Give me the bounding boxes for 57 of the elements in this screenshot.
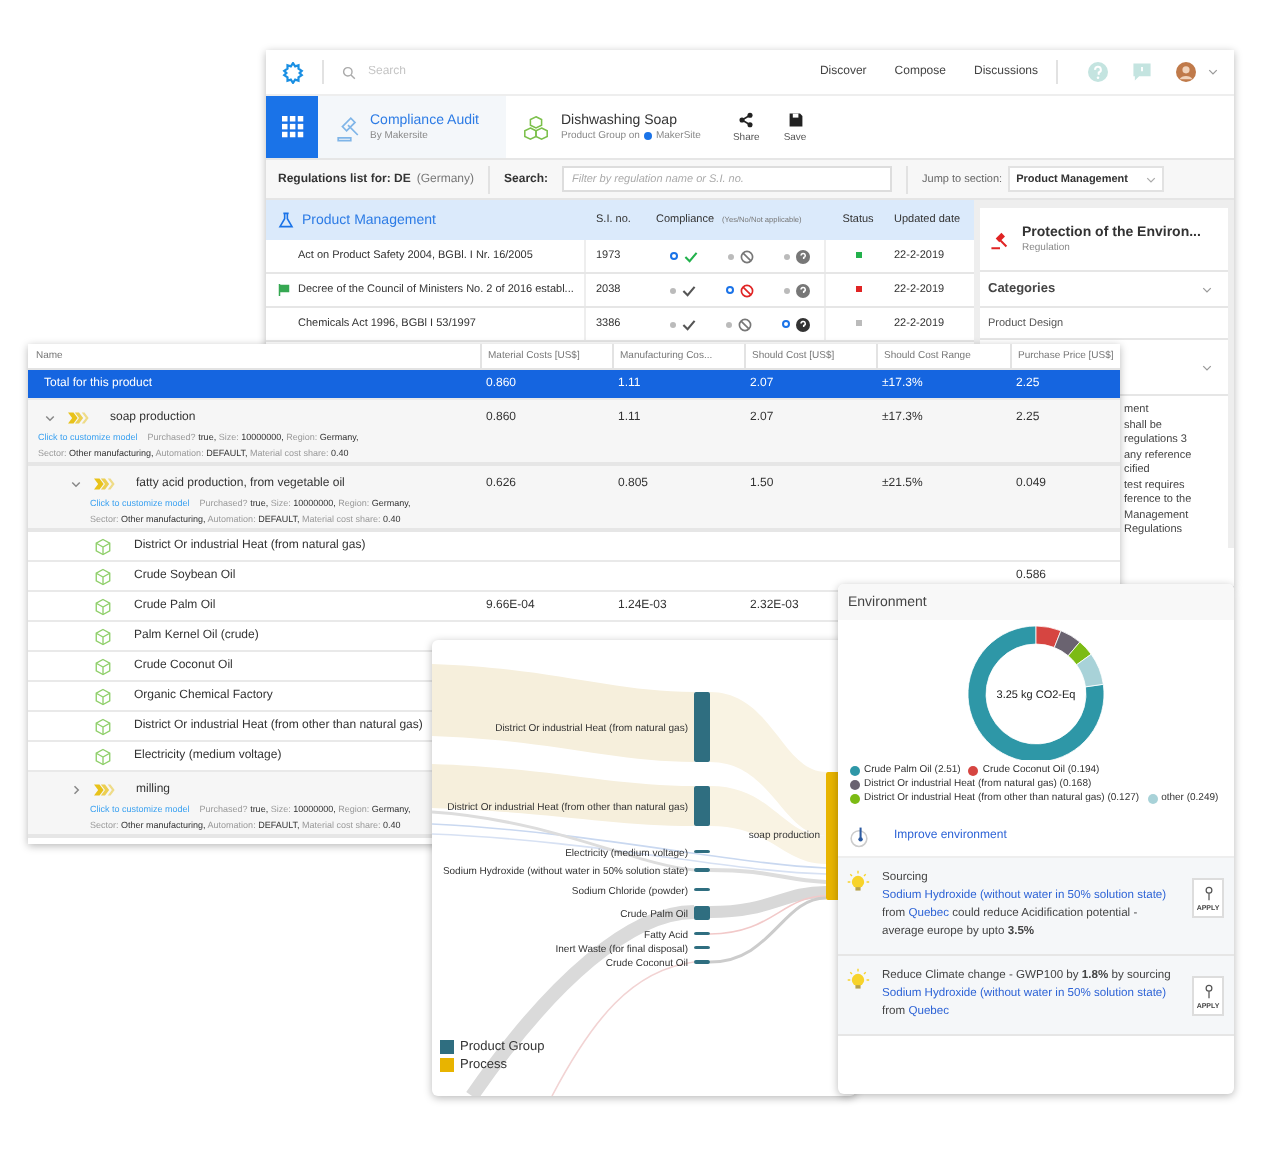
chevron-icon[interactable]	[70, 783, 82, 795]
ban-icon	[739, 283, 754, 297]
search-icon	[342, 65, 356, 79]
cube-icon	[94, 747, 112, 765]
check-icon	[682, 283, 697, 297]
apps-button[interactable]	[266, 96, 318, 158]
radio-button[interactable]	[725, 286, 734, 294]
chevron-icon[interactable]	[1202, 363, 1212, 371]
radio-button[interactable]	[783, 253, 790, 259]
process-icon	[68, 411, 90, 423]
question-icon	[795, 249, 810, 263]
cube-icon	[94, 567, 112, 585]
caret-icon	[1146, 175, 1157, 183]
radio-button[interactable]	[781, 320, 790, 328]
pin-icon	[1203, 983, 1213, 999]
caret-icon[interactable]	[1208, 68, 1218, 76]
cube-icon	[94, 627, 112, 645]
question-icon	[795, 317, 810, 331]
process-icon	[94, 783, 116, 795]
chevron-icon[interactable]	[1202, 285, 1212, 293]
radio-button[interactable]	[727, 253, 734, 259]
sankey-node[interactable]	[694, 906, 710, 920]
radio-button[interactable]	[670, 287, 677, 293]
process-icon	[94, 477, 116, 489]
gavel-icon	[334, 113, 362, 141]
gavel-icon	[990, 229, 1010, 249]
radio-button[interactable]	[670, 321, 677, 327]
ban-icon	[739, 249, 754, 263]
cubes-icon	[522, 113, 551, 141]
cube-icon	[94, 537, 112, 555]
avatar[interactable]	[1176, 62, 1196, 82]
grid-icon	[281, 116, 303, 138]
ban-icon	[737, 317, 752, 331]
cube-icon	[94, 717, 112, 735]
cube-icon	[94, 597, 112, 615]
cube-icon	[94, 687, 112, 705]
lightbulb-icon	[846, 870, 870, 894]
sankey-node[interactable]	[694, 786, 710, 826]
flag-icon[interactable]	[278, 284, 290, 296]
check-icon	[682, 317, 697, 331]
radio-button[interactable]	[783, 287, 790, 293]
share-icon	[738, 111, 755, 127]
question-icon	[795, 283, 810, 297]
lightbulb-icon	[846, 968, 870, 992]
check-icon	[684, 249, 699, 263]
pin-icon	[1203, 885, 1213, 901]
cube-icon	[94, 657, 112, 675]
flask-icon	[278, 212, 294, 228]
radio-button[interactable]	[670, 252, 679, 260]
thermometer-icon	[848, 825, 870, 847]
radio-button[interactable]	[725, 321, 732, 327]
save-icon	[787, 111, 804, 127]
sankey-node[interactable]	[694, 692, 710, 762]
chevron-icon[interactable]	[44, 411, 56, 423]
chevron-icon[interactable]	[70, 477, 82, 489]
dot-icon	[643, 131, 652, 139]
gear-icon[interactable]	[282, 61, 304, 83]
